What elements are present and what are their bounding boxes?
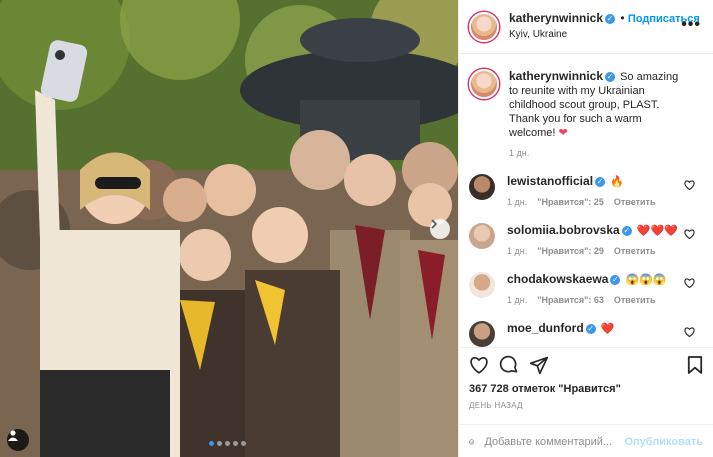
carousel-dot bbox=[209, 441, 214, 446]
comment-item: chodakowskaewa ✓ 😱😱😱 1 дн. "Нравится": 63… bbox=[459, 272, 713, 307]
comments-list[interactable]: katherynwinnick ✓ So amazing to reunite w… bbox=[459, 55, 713, 347]
carousel-dot bbox=[241, 441, 246, 446]
carousel-dot bbox=[225, 441, 230, 446]
carousel-indicator bbox=[209, 441, 246, 446]
comment-text: ❤️ bbox=[600, 323, 615, 335]
add-comment-bar: Опубликовать bbox=[459, 424, 713, 457]
commenter-avatar[interactable] bbox=[469, 223, 495, 249]
group-photo-illustration bbox=[0, 0, 458, 457]
comment-likes[interactable]: "Нравится": 29 bbox=[537, 244, 604, 258]
commenter-avatar[interactable] bbox=[469, 174, 495, 200]
comment-text: 😱😱😱 bbox=[625, 274, 667, 286]
share-send-icon[interactable] bbox=[529, 355, 549, 375]
comment-likes[interactable]: "Нравится": 63 bbox=[537, 293, 604, 307]
carousel-next-button[interactable] bbox=[430, 219, 450, 239]
chevron-right-icon bbox=[431, 219, 438, 229]
carousel-dot bbox=[233, 441, 238, 446]
commenter-avatar[interactable] bbox=[469, 272, 495, 298]
comment-likes[interactable]: "Нравится": 25 bbox=[537, 195, 604, 209]
author-avatar[interactable] bbox=[469, 11, 499, 42]
commenter-username[interactable]: lewistanofficial bbox=[507, 174, 593, 188]
commenter-username[interactable]: moe_dunford bbox=[507, 321, 584, 335]
bookmark-icon[interactable] bbox=[687, 355, 703, 375]
verified-badge-icon: ✓ bbox=[610, 275, 621, 286]
author-avatar[interactable] bbox=[469, 69, 499, 99]
post-side-panel: katherynwinnick ✓ • Подписаться Kyiv, Ukr… bbox=[458, 0, 713, 457]
comment-time: 1 дн. bbox=[507, 246, 528, 256]
caption-time: 1 дн. bbox=[509, 148, 530, 158]
publish-button[interactable]: Опубликовать bbox=[624, 436, 703, 448]
comment-text: ❤️❤️❤️ bbox=[636, 225, 678, 237]
user-icon bbox=[8, 430, 18, 441]
verified-badge-icon: ✓ bbox=[585, 324, 596, 335]
more-options-icon[interactable]: ••• bbox=[681, 16, 701, 34]
post-photo[interactable] bbox=[0, 0, 458, 457]
comment-text: 🔥 bbox=[610, 176, 624, 188]
caption-username[interactable]: katherynwinnick bbox=[509, 69, 603, 83]
comment-time: 1 дн. bbox=[507, 295, 528, 305]
verified-badge-icon: ✓ bbox=[605, 72, 616, 83]
post-actions: 367 728 отметок "Нравится" ДЕНЬ НАЗАД Оп… bbox=[459, 347, 713, 457]
post-date: ДЕНЬ НАЗАД bbox=[469, 401, 523, 410]
heart-outline-icon[interactable] bbox=[684, 229, 695, 239]
emoji-smile-icon[interactable] bbox=[469, 432, 475, 452]
commenter-username[interactable]: chodakowskaewa bbox=[507, 272, 608, 286]
commenter-avatar[interactable] bbox=[469, 321, 495, 347]
verified-badge-icon: ✓ bbox=[605, 13, 616, 24]
heart-outline-icon[interactable] bbox=[684, 278, 695, 288]
reply-button[interactable]: Ответить bbox=[614, 244, 656, 258]
heart-emoji-icon: ❤ bbox=[558, 127, 568, 139]
like-heart-icon[interactable] bbox=[469, 356, 489, 374]
post-location[interactable]: Kyiv, Ukraine bbox=[509, 27, 700, 42]
reply-button[interactable]: Ответить bbox=[614, 293, 656, 307]
comment-item: moe_dunford ✓ ❤️ bbox=[459, 321, 713, 347]
comment-time: 1 дн. bbox=[507, 197, 528, 207]
comment-input[interactable] bbox=[484, 435, 625, 448]
post-caption: katherynwinnick ✓ So amazing to reunite w… bbox=[459, 55, 713, 158]
author-username[interactable]: katherynwinnick bbox=[509, 11, 603, 25]
verified-badge-icon: ✓ bbox=[595, 177, 606, 188]
commenter-username[interactable]: solomiia.bobrovska bbox=[507, 223, 620, 237]
comment-bubble-icon[interactable] bbox=[499, 355, 519, 375]
likes-count[interactable]: 367 728 отметок "Нравится" bbox=[469, 383, 703, 395]
heart-outline-icon[interactable] bbox=[684, 180, 695, 190]
tagged-users-button[interactable] bbox=[7, 429, 29, 451]
verified-badge-icon: ✓ bbox=[621, 226, 632, 237]
post-header: katherynwinnick ✓ • Подписаться Kyiv, Ukr… bbox=[459, 0, 713, 54]
reply-button[interactable]: Ответить bbox=[614, 195, 656, 209]
comment-item: lewistanofficial ✓ 🔥 1 дн. "Нравится": 25… bbox=[459, 174, 713, 209]
heart-outline-icon[interactable] bbox=[684, 327, 695, 337]
carousel-dot bbox=[217, 441, 222, 446]
comment-item: solomiia.bobrovska ✓ ❤️❤️❤️ 1 дн. "Нравит… bbox=[459, 223, 713, 258]
